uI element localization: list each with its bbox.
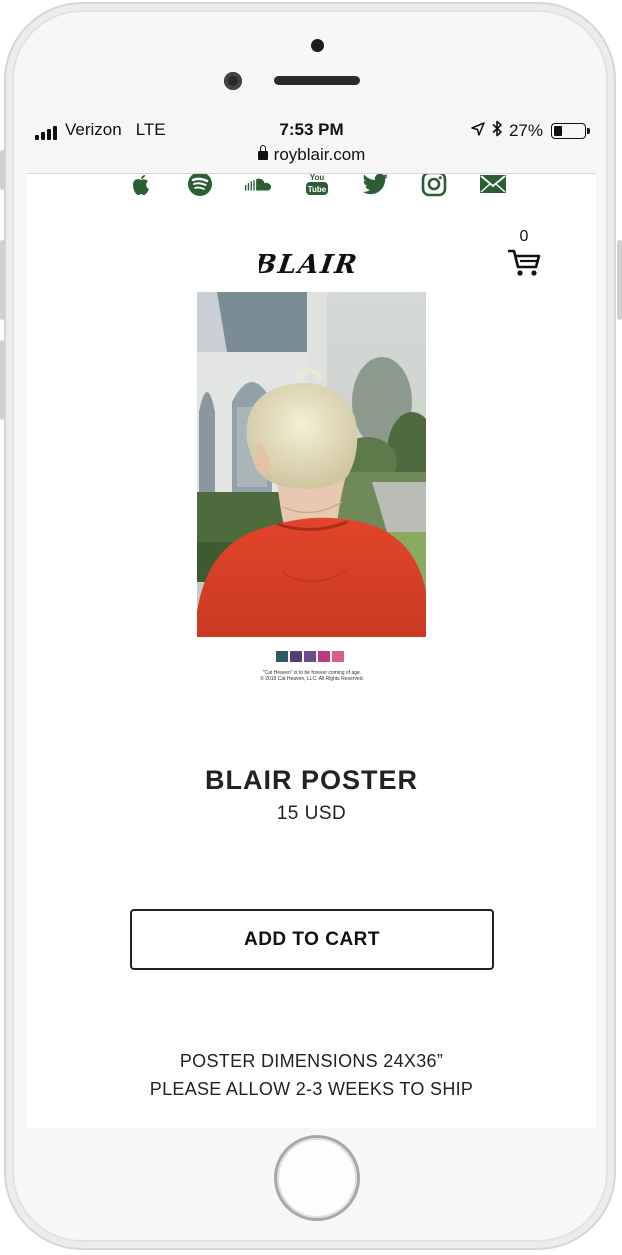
cart-button[interactable]: 0 [506, 228, 546, 284]
color-swatch [276, 651, 288, 662]
cart-icon [508, 249, 541, 276]
product-title: BLAIR POSTER [204, 765, 418, 795]
svg-text:BLAIR: BLAIR [259, 249, 359, 280]
add-to-cart-button[interactable]: ADD TO CART [130, 909, 494, 970]
color-swatches [276, 651, 344, 662]
youtube-icon[interactable]: You Tube [303, 172, 331, 196]
instagram-icon[interactable] [420, 171, 448, 197]
poster-caption: “Cat Heaven” is to be forever coming of … [227, 670, 397, 682]
location-arrow-icon [471, 121, 485, 141]
social-links: You Tube [127, 171, 507, 197]
color-swatch [290, 651, 302, 662]
status-indicators: 27% [471, 120, 590, 142]
site-logo[interactable]: BLAIR [251, 246, 360, 280]
address-bar[interactable]: royblair.com [27, 145, 596, 165]
twitter-icon[interactable] [362, 172, 390, 196]
battery-icon [551, 123, 590, 139]
spotify-icon[interactable] [186, 172, 214, 196]
bluetooth-icon [491, 120, 503, 142]
color-swatch [304, 651, 316, 662]
battery-percent: 27% [508, 121, 543, 140]
color-swatch [332, 651, 344, 662]
status-bar: Verizon LTE 7:53 PM 27% royblair.com [27, 110, 596, 174]
svg-text:You: You [310, 173, 325, 182]
product-image[interactable] [197, 292, 426, 637]
front-sensor [311, 39, 324, 52]
product-price: 15 USD [276, 803, 347, 824]
power-button [617, 240, 622, 320]
front-camera [224, 72, 242, 90]
svg-text:Tube: Tube [308, 185, 327, 194]
volume-down-button [0, 340, 5, 420]
product-description: POSTER DIMENSIONS 24X36” PLEASE ALLOW 2-… [27, 1047, 596, 1103]
description-line-1: POSTER DIMENSIONS 24X36” [179, 1051, 444, 1071]
home-button[interactable] [274, 1135, 360, 1221]
earpiece-speaker [274, 76, 360, 85]
poster-caption-line-2: © 2018 Cat Heaven, LLC. All Rights Reser… [260, 676, 364, 682]
description-line-2: PLEASE ALLOW 2-3 WEEKS TO SHIP [149, 1079, 474, 1099]
mail-icon[interactable] [479, 172, 507, 196]
mute-switch [0, 150, 5, 190]
url-text: royblair.com [273, 145, 366, 164]
soundcloud-icon[interactable] [244, 172, 272, 196]
apple-music-icon[interactable] [127, 172, 155, 196]
lock-icon [257, 145, 268, 160]
screen: You Tube Verizon LTE 7:53 PM 27% royblai… [27, 110, 596, 1128]
cart-count: 0 [519, 228, 529, 245]
volume-up-button [0, 240, 5, 320]
color-swatch [318, 651, 330, 662]
